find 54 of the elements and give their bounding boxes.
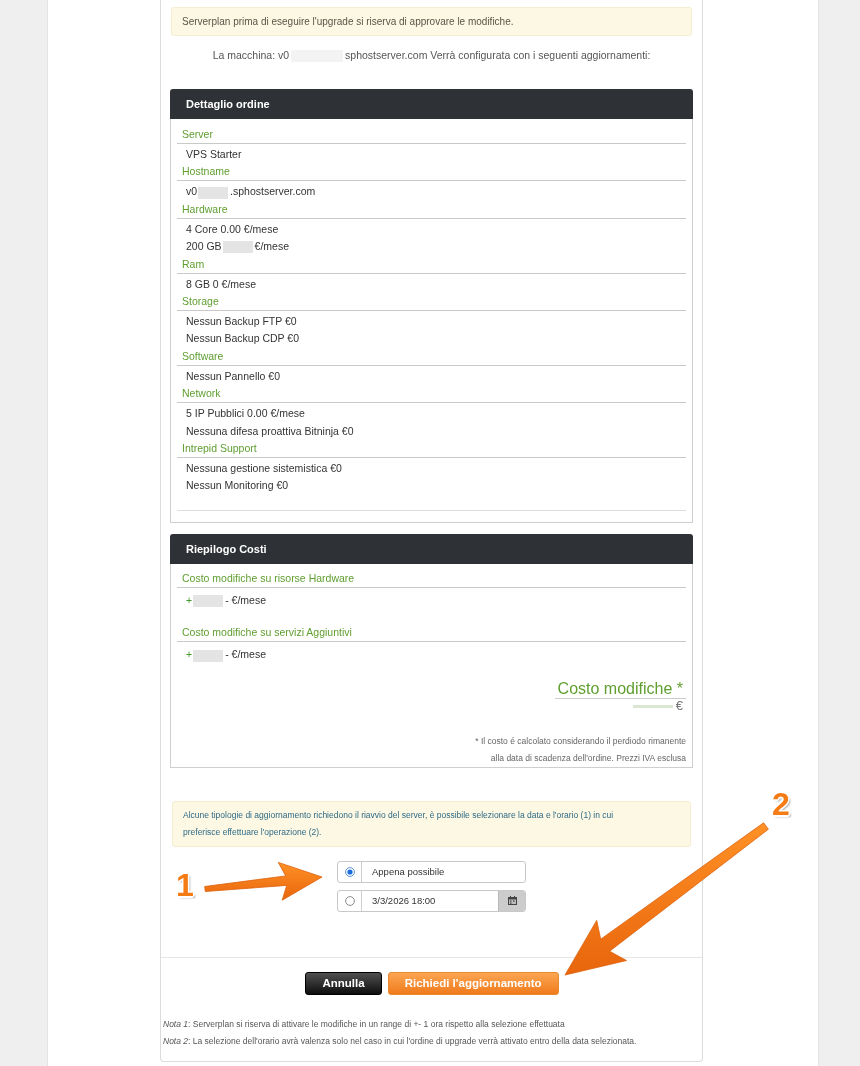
section-label: Network xyxy=(177,385,686,404)
radio-icon[interactable] xyxy=(344,866,355,877)
note-text: Nota 2: La selezione dell'orario avrà valenza solo nel caso in cui l'ordine di upgrade verrà attivato entro della data selezionata. xyxy=(163,1034,638,1048)
plus-sign: + xyxy=(186,593,193,606)
detail-text: - €/mese xyxy=(225,648,266,661)
option-label: Appena possibile xyxy=(371,864,445,879)
redaction-block xyxy=(193,595,224,608)
panel-header: Dettaglio ordine xyxy=(170,89,693,119)
machine-text: La macchina: v0 xyxy=(212,49,290,61)
detail-text: .sphostserver.com xyxy=(230,185,316,198)
calendar-icon xyxy=(507,896,517,906)
detail-line: 8 GB 0 €/mese xyxy=(185,276,258,292)
detail-text: 200 GB xyxy=(186,240,222,253)
section-label: Ram xyxy=(177,255,686,274)
section-label: Hostname xyxy=(177,163,686,182)
section-label: Server xyxy=(177,126,686,144)
step-number: 2 xyxy=(772,789,790,819)
redaction-block xyxy=(198,186,229,199)
detail-line: Nessun Backup FTP €0 xyxy=(185,314,298,330)
detail-text: v0 xyxy=(186,185,198,198)
redaction-block xyxy=(193,649,224,662)
detail-text: €/mese xyxy=(254,240,290,253)
section-label: Costo modifiche su risorse Hardware xyxy=(177,569,686,588)
detail-line: VPS Starter xyxy=(185,147,243,162)
detail-line: Nessuna gestione sistemistica €0 xyxy=(185,461,343,477)
note-text: Nota 1: Serverplan si riserva di attivare le modifiche in un range di +- 1 ora rispetto alla selezione effettuata xyxy=(163,1017,566,1031)
detail-line: 5 IP Pubblici 0.00 €/mese xyxy=(185,406,306,422)
plus-sign: + xyxy=(186,648,193,661)
detail-line: Nessun Backup CDP €0 xyxy=(185,331,301,347)
currency-symbol: € xyxy=(675,697,683,713)
approval-notice: Serverplan prima di eseguire l'upgrade si riserva di approvare le modifiche. xyxy=(171,7,692,36)
machine-text: sphostserver.com Verrà configurata con i seguenti aggiornamenti: xyxy=(345,49,651,61)
detail-line: Nessuna difesa proattiva Bitninja €0 xyxy=(185,423,355,439)
reboot-notice: Alcune tipologie di aggiornamento richiedono il riavvio del server, è possibile selezionare la data e l'orario (1) in cui preferisce effettuare l'operazione (2). xyxy=(172,800,691,847)
section-label: Storage xyxy=(177,293,686,312)
detail-line: Nessun Pannello €0 xyxy=(185,368,281,384)
panel-header: Riepilogo Costi xyxy=(170,533,693,564)
section-label: Intrepid Support xyxy=(177,440,686,459)
detail-text: - €/mese xyxy=(225,593,266,606)
cancel-button[interactable]: Annulla xyxy=(305,971,382,995)
radio-option[interactable]: Appena possibile xyxy=(337,860,526,883)
step-number: 1 xyxy=(176,870,194,900)
redaction-block xyxy=(222,241,253,254)
total-label: Costo modifiche * xyxy=(554,678,686,699)
radio-icon[interactable] xyxy=(344,895,355,906)
section-label: Software xyxy=(177,347,686,366)
section-label: Costo modifiche su servizi Aggiuntivi xyxy=(177,624,686,643)
cost-footnote: * Il costo é calcolato considerando il perdiodo rimanente alla data di scadenza dell'ordine. Prezzi IVA esclusa xyxy=(474,734,686,765)
detail-line: 4 Core 0.00 €/mese xyxy=(185,221,280,237)
section-label: Hardware xyxy=(177,200,686,219)
calendar-button[interactable] xyxy=(498,890,525,911)
redaction-block xyxy=(632,704,673,708)
detail-line: Nessun Monitoring €0 xyxy=(185,478,290,494)
radio-option[interactable]: 3/3/2026 18:00 xyxy=(337,889,526,912)
